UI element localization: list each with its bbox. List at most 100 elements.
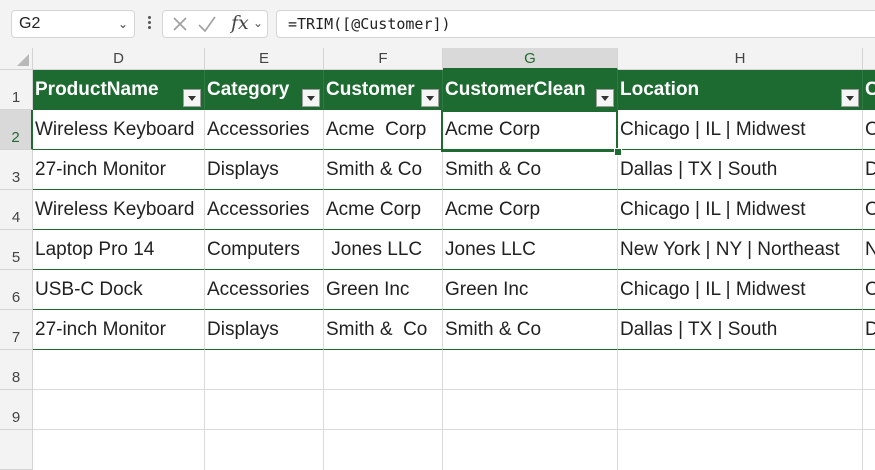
table-cell[interactable]: Smith & Co [443,150,618,190]
empty-cell[interactable] [33,430,205,470]
table-header-cell[interactable]: Customer [324,70,443,110]
table-cell[interactable]: Smith & Co [324,310,443,350]
filter-dropdown-icon[interactable] [596,89,614,107]
row-header-4[interactable]: 4 [0,190,33,230]
table-cell[interactable]: Green Inc [443,270,618,310]
table-cell[interactable]: Dallas | TX | South [618,310,863,350]
table-header-cell[interactable]: CustomerClean [443,70,618,110]
table-cell[interactable]: USB-C Dock [33,270,205,310]
filter-dropdown-icon[interactable] [183,89,201,107]
table-cell[interactable]: Displays [205,150,324,190]
table-cell[interactable]: C [863,190,875,230]
table-cell[interactable]: Acme Corp [443,190,618,230]
select-all-triangle-icon [17,54,29,66]
header-customer: Customer [326,79,415,100]
empty-cell[interactable] [324,350,443,390]
row-header-8[interactable]: 8 [0,350,33,390]
column-header-g[interactable]: G [443,48,618,70]
table-cell[interactable]: Jones LLC [443,230,618,270]
check-icon[interactable] [197,13,217,35]
empty-cell[interactable] [618,350,863,390]
filter-dropdown-icon[interactable] [841,89,859,107]
formula-input[interactable]: =TRIM([@Customer]) [276,10,875,38]
table-header-cell[interactable]: Category [205,70,324,110]
table-cell[interactable]: Smith & Co [443,310,618,350]
row-header-6[interactable]: 6 [0,270,33,310]
table-cell[interactable]: Chicago | IL | Midwest [618,270,863,310]
table-cell[interactable]: Smith & Co [324,150,443,190]
empty-cell[interactable] [618,430,863,470]
fill-handle[interactable] [614,148,622,156]
row-header-2[interactable]: 2 [0,110,33,150]
header-partial: C [865,79,875,100]
name-box-value: G2 [19,15,41,32]
row-header-1[interactable]: 1 [0,70,33,110]
empty-cell[interactable] [443,430,618,470]
formula-bar: G2 ⌄ fx ⌄ =TRIM([@Customer]) [0,0,875,48]
table-cell[interactable]: Acme Corp [324,190,443,230]
name-box[interactable]: G2 ⌄ [11,10,135,38]
table-cell[interactable]: D [863,310,875,350]
table-cell[interactable]: Dallas | TX | South [618,150,863,190]
table-cell[interactable]: Chicago | IL | Midwest [618,110,863,150]
empty-cell[interactable] [324,390,443,430]
table-cell[interactable]: Acme Corp [324,110,443,150]
table-cell[interactable]: Laptop Pro 14 [33,230,205,270]
empty-cell[interactable] [863,350,875,390]
table-cell[interactable]: C [863,110,875,150]
table-cell[interactable]: Wireless Keyboard [33,110,205,150]
column-header-e[interactable]: E [205,48,324,70]
empty-cell[interactable] [205,430,324,470]
column-header-f[interactable]: F [324,48,443,70]
table-cell[interactable]: 27-inch Monitor [33,310,205,350]
empty-cell[interactable] [618,390,863,430]
empty-cell[interactable] [863,390,875,430]
empty-cell[interactable] [33,390,205,430]
chevron-down-icon[interactable]: ⌄ [253,16,263,30]
row-header-9[interactable]: 9 [0,390,33,430]
row-header-5[interactable]: 5 [0,230,33,270]
empty-cell[interactable] [443,390,618,430]
table-cell[interactable]: Jones LLC [324,230,443,270]
header-location: Location [620,79,700,100]
table-cell[interactable]: 27-inch Monitor [33,150,205,190]
more-vertical-icon[interactable] [143,14,155,34]
header-customerclean: CustomerClean [445,79,586,100]
column-header-d[interactable]: D [33,48,205,70]
table-cell[interactable]: Accessories [205,270,324,310]
table-cell[interactable]: Accessories [205,110,324,150]
filter-dropdown-icon[interactable] [302,89,320,107]
select-all-button[interactable] [0,48,33,70]
column-header-h[interactable]: H [618,48,863,70]
function-icon[interactable]: fx [231,12,249,34]
empty-cell[interactable] [33,350,205,390]
formula-controls: fx ⌄ [162,10,268,38]
table-cell[interactable]: Chicago | IL | Midwest [618,190,863,230]
empty-cell[interactable] [443,350,618,390]
table-cell[interactable]: Green Inc [324,270,443,310]
empty-cell[interactable] [324,430,443,470]
table-cell[interactable]: D [863,150,875,190]
table-header-cell[interactable]: ProductName [33,70,205,110]
empty-cell[interactable] [205,350,324,390]
row-header-partial[interactable] [0,430,33,470]
table-cell[interactable]: Computers [205,230,324,270]
chevron-down-icon[interactable]: ⌄ [118,11,128,37]
table-header-cell[interactable]: Location [618,70,863,110]
table-cell[interactable]: New York | NY | Northeast [618,230,863,270]
filter-dropdown-icon[interactable] [421,89,439,107]
table-cell[interactable]: Acme Corp [443,110,618,150]
column-header-i[interactable]: I [863,48,875,70]
table-cell[interactable]: Displays [205,310,324,350]
cancel-x-icon[interactable] [171,13,189,35]
table-cell[interactable]: Wireless Keyboard [33,190,205,230]
empty-cell[interactable] [205,390,324,430]
table-cell[interactable]: N [863,230,875,270]
table-cell[interactable]: C [863,270,875,310]
table-header-cell[interactable]: C [863,70,875,110]
empty-cell[interactable] [863,430,875,470]
table-cell[interactable]: Accessories [205,190,324,230]
row-header-3[interactable]: 3 [0,150,33,190]
row-header-7[interactable]: 7 [0,310,33,350]
header-category: Category [207,79,290,100]
